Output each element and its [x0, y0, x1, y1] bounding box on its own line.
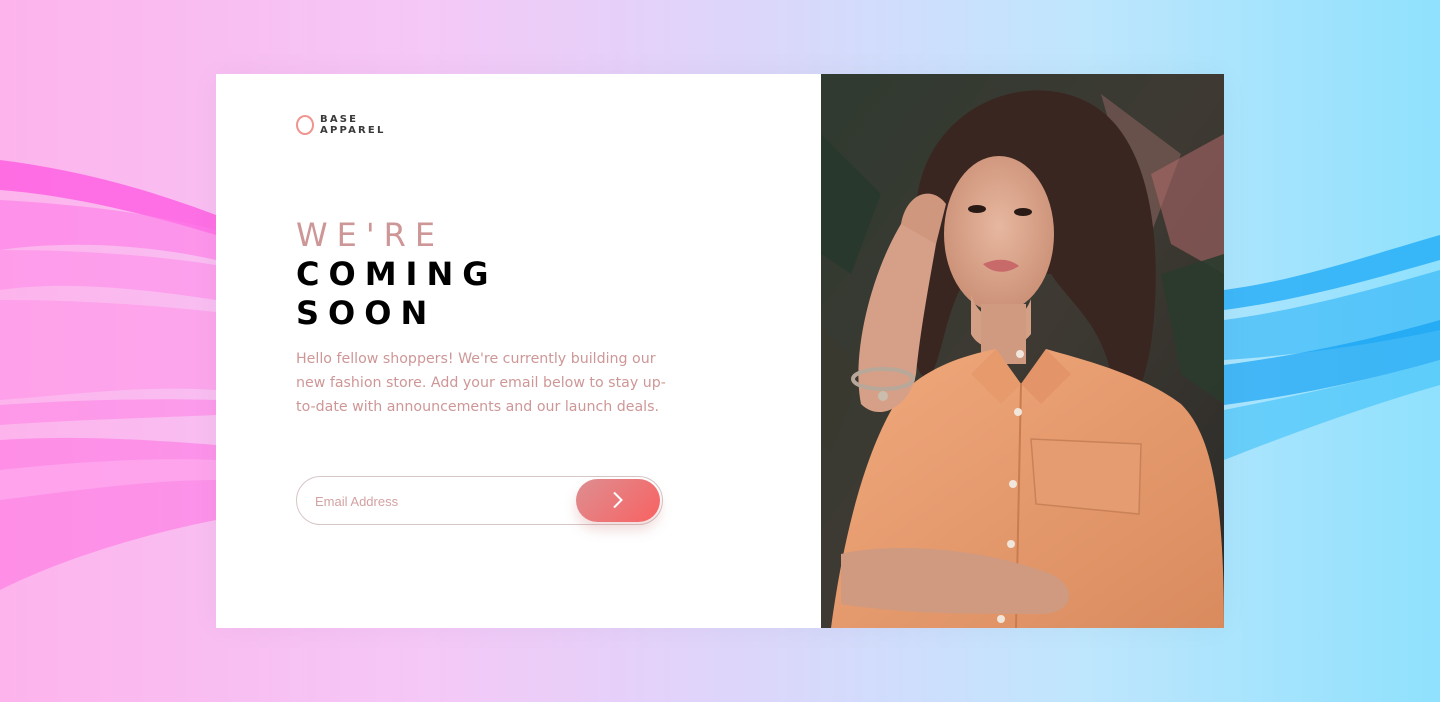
title-line-3: SOON [296, 294, 437, 332]
email-input[interactable] [313, 477, 567, 525]
submit-button[interactable] [576, 478, 660, 522]
logo-line-2: APPAREL [320, 125, 386, 136]
logo-text: BASE APPAREL [320, 114, 386, 136]
title-line-1: WE'RE [296, 216, 445, 254]
brand-logo[interactable]: BASE APPAREL [296, 114, 386, 136]
hero-image [821, 74, 1224, 628]
title-line-2: COMING [296, 255, 498, 293]
email-form [296, 476, 663, 525]
description-text: Hello fellow shoppers! We're currently b… [296, 351, 666, 415]
main-card: BASE APPAREL WE'RE COMING SOON Hello fel… [216, 74, 1224, 628]
chevron-right-icon [613, 491, 623, 509]
logo-line-1: BASE [320, 114, 359, 125]
model-photo [821, 74, 1224, 628]
page-title: WE'RE COMING SOON [296, 216, 497, 333]
logo-circle-icon [296, 115, 314, 135]
content-panel: BASE APPAREL WE'RE COMING SOON Hello fel… [216, 74, 821, 628]
